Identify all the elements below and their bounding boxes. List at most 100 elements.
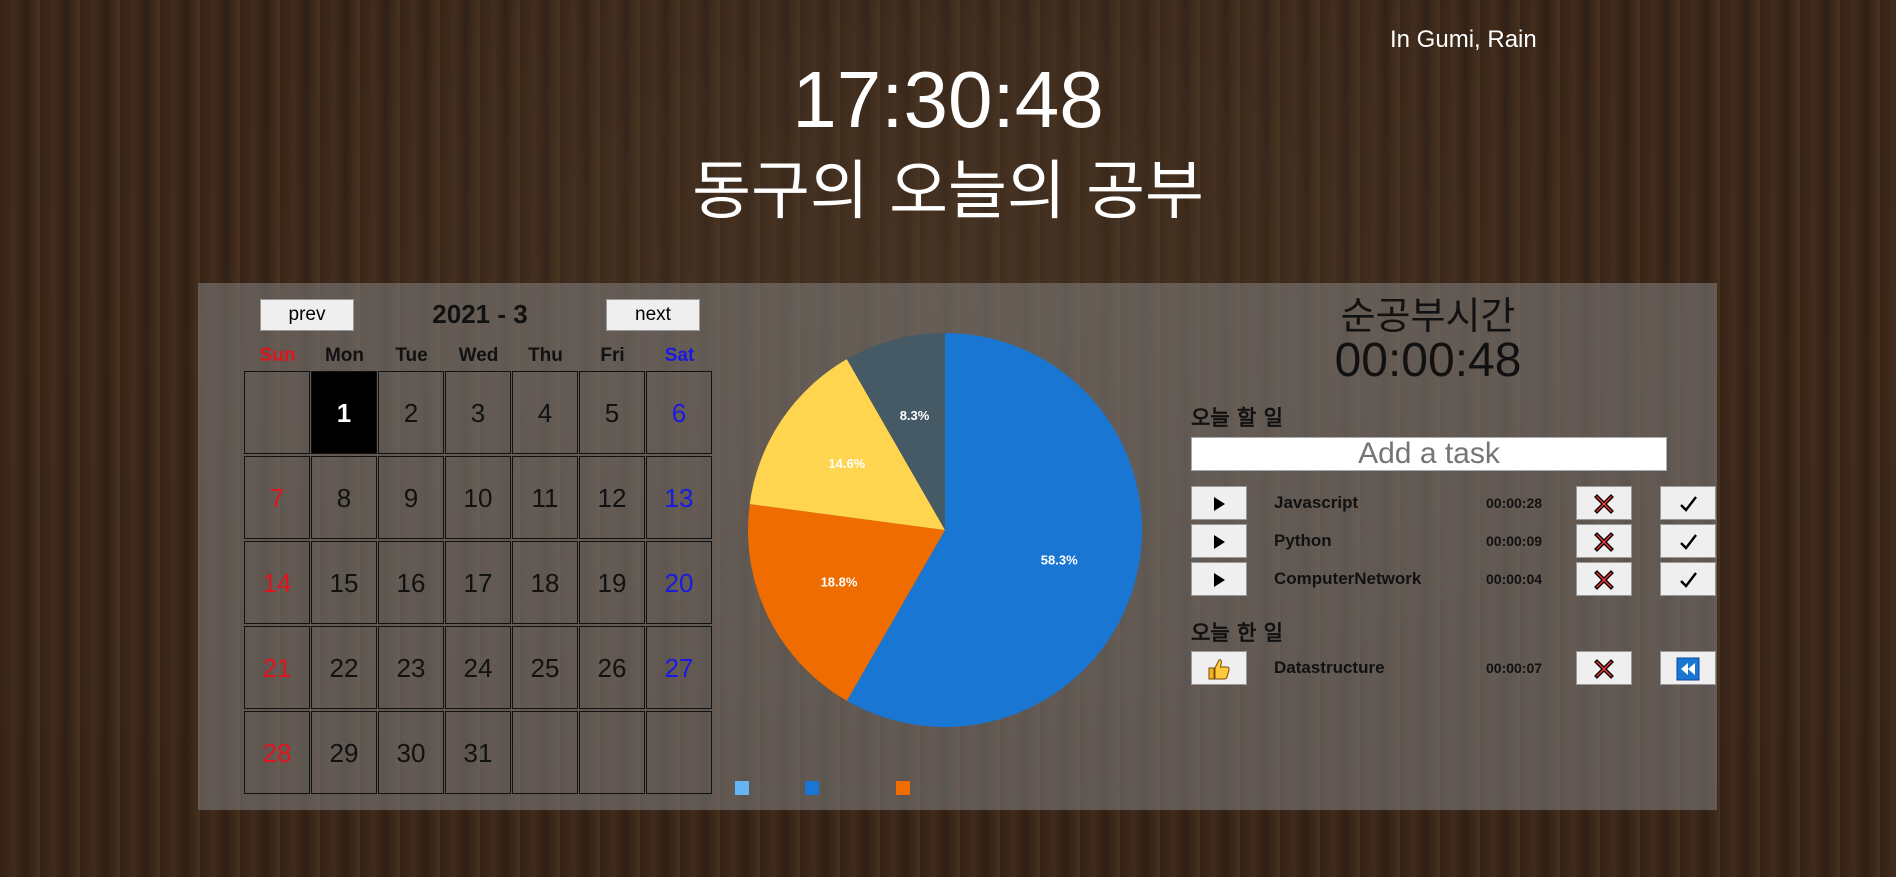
calendar-day[interactable]: 6 [646, 371, 712, 454]
calendar-day[interactable]: 25 [512, 626, 578, 709]
chart-credit: AnyChart Trial Version [1065, 794, 1155, 804]
legend-item-2[interactable]: Python [896, 781, 952, 796]
legend-pager: ◀ 1 / 2 ▶ [1076, 781, 1125, 795]
legend-label: Javascript [823, 782, 878, 796]
calendar-day[interactable]: 19 [579, 541, 645, 624]
calendar-day[interactable]: 22 [311, 626, 377, 709]
calendar-day[interactable]: 29 [311, 711, 377, 794]
weekday-wed: Wed [458, 345, 499, 366]
legend-page: 1 / 2 [1088, 781, 1112, 795]
legend-item-0[interactable]: test12 [735, 781, 786, 796]
next-month-button[interactable]: next [606, 299, 700, 331]
calendar-day[interactable]: 30 [378, 711, 444, 794]
task-name: ComputerNetwork [1274, 569, 1422, 588]
rewind-icon [1676, 657, 1700, 685]
calendar-day[interactable]: 14 [244, 541, 310, 624]
legend-next-icon[interactable]: ▶ [1115, 781, 1124, 795]
calendar-day[interactable]: 26 [579, 626, 645, 709]
calendar-day[interactable]: 11 [512, 456, 578, 539]
calendar-empty-cell [579, 711, 645, 794]
calendar-day[interactable]: 28 [244, 711, 310, 794]
complete-task-button[interactable] [1660, 562, 1716, 596]
calendar-empty-cell [512, 711, 578, 794]
calendar-day[interactable]: 5 [579, 371, 645, 454]
calendar-day[interactable]: 4 [512, 371, 578, 454]
task-time: 00:00:04 [1486, 571, 1543, 587]
task-name: Python [1274, 531, 1332, 550]
calendar-day[interactable]: 24 [445, 626, 511, 709]
delete-task-button[interactable] [1576, 486, 1632, 520]
pie-slice-label: 58.3% [1041, 552, 1078, 567]
delete-x-icon [1591, 659, 1617, 686]
done-title: 오늘 한 일 [1191, 621, 1283, 645]
weekday-fri: Fri [600, 345, 625, 366]
todo-task-row: Javascript 00:00:28 [1190, 486, 1718, 522]
legend-swatch [896, 781, 911, 795]
weekday-tue: Tue [395, 345, 428, 366]
play-button[interactable] [1191, 486, 1247, 520]
legend-swatch [805, 781, 820, 795]
weekday-thu: Thu [528, 345, 563, 366]
calendar-day[interactable]: 16 [378, 541, 444, 624]
play-icon [1210, 535, 1228, 555]
task-time: 00:00:09 [1486, 533, 1543, 549]
todo-task-row: Python 00:00:09 [1190, 524, 1718, 560]
calendar-empty-cell [244, 371, 310, 454]
calendar-day[interactable]: 1 [311, 371, 377, 454]
calendar-day[interactable]: 9 [378, 456, 444, 539]
calendar-day[interactable]: 12 [579, 456, 645, 539]
checkmark-icon [1677, 572, 1699, 595]
weekday-sun: Sun [259, 345, 296, 366]
add-task-input[interactable] [1191, 437, 1667, 471]
checkmark-icon [1677, 496, 1699, 519]
task-name: Datastructure [1274, 658, 1385, 677]
legend-label: test12 [753, 782, 786, 796]
thumbs-up-icon [1206, 659, 1232, 686]
calendar-day[interactable]: 21 [244, 626, 310, 709]
task-time: 00:00:07 [1486, 660, 1543, 676]
pie-slice-label: 14.6% [828, 456, 865, 471]
play-button[interactable] [1191, 562, 1247, 596]
play-icon [1210, 573, 1228, 593]
weekday-sat: Sat [664, 345, 695, 366]
calendar-day[interactable]: 20 [646, 541, 712, 624]
pie-slice-label: 8.3% [900, 408, 930, 423]
calendar-day[interactable]: 15 [311, 541, 377, 624]
calendar-day[interactable]: 2 [378, 371, 444, 454]
weekday-mon: Mon [324, 345, 365, 366]
calendar-day[interactable]: 8 [311, 456, 377, 539]
complete-task-button[interactable] [1660, 486, 1716, 520]
legend-prev-icon[interactable]: ◀ [1076, 781, 1085, 795]
delete-x-icon [1591, 570, 1617, 597]
weather-text: In Gumi, Rain [1390, 26, 1537, 53]
clock: 17:30:48 [792, 55, 1104, 144]
task-time: 00:00:28 [1486, 495, 1543, 511]
calendar-day[interactable]: 3 [445, 371, 511, 454]
page-title: 동구의 오늘의 공부 [692, 155, 1204, 229]
checkmark-icon [1677, 534, 1699, 557]
task-name: Javascript [1274, 493, 1359, 512]
todo-task-row: ComputerNetwork 00:00:04 [1190, 562, 1718, 598]
calendar-day[interactable]: 23 [378, 626, 444, 709]
calendar-day[interactable]: 13 [646, 456, 712, 539]
delete-task-button[interactable] [1576, 562, 1632, 596]
calendar-day[interactable]: 17 [445, 541, 511, 624]
study-pie-chart: 58.3% 18.8% 14.6% 8.3% [748, 333, 1142, 727]
delete-task-button[interactable] [1576, 524, 1632, 558]
restore-task-button[interactable] [1660, 651, 1716, 685]
delete-task-button[interactable] [1576, 651, 1632, 685]
calendar-day[interactable]: 27 [646, 626, 712, 709]
study-time-label: 순공부시간 [1340, 294, 1516, 338]
legend-item-1[interactable]: Javascript [805, 781, 878, 796]
legend-label: Python [914, 782, 952, 796]
calendar-day[interactable]: 10 [445, 456, 511, 539]
thumbs-up-button[interactable] [1191, 651, 1247, 685]
calendar-day[interactable]: 7 [244, 456, 310, 539]
complete-task-button[interactable] [1660, 524, 1716, 558]
study-time-value: 00:00:48 [1334, 334, 1522, 387]
calendar-day[interactable]: 31 [445, 711, 511, 794]
play-button[interactable] [1191, 524, 1247, 558]
calendar-year-month: 2021 - 3 [432, 299, 528, 329]
prev-month-button[interactable]: prev [260, 299, 354, 331]
calendar-day[interactable]: 18 [512, 541, 578, 624]
